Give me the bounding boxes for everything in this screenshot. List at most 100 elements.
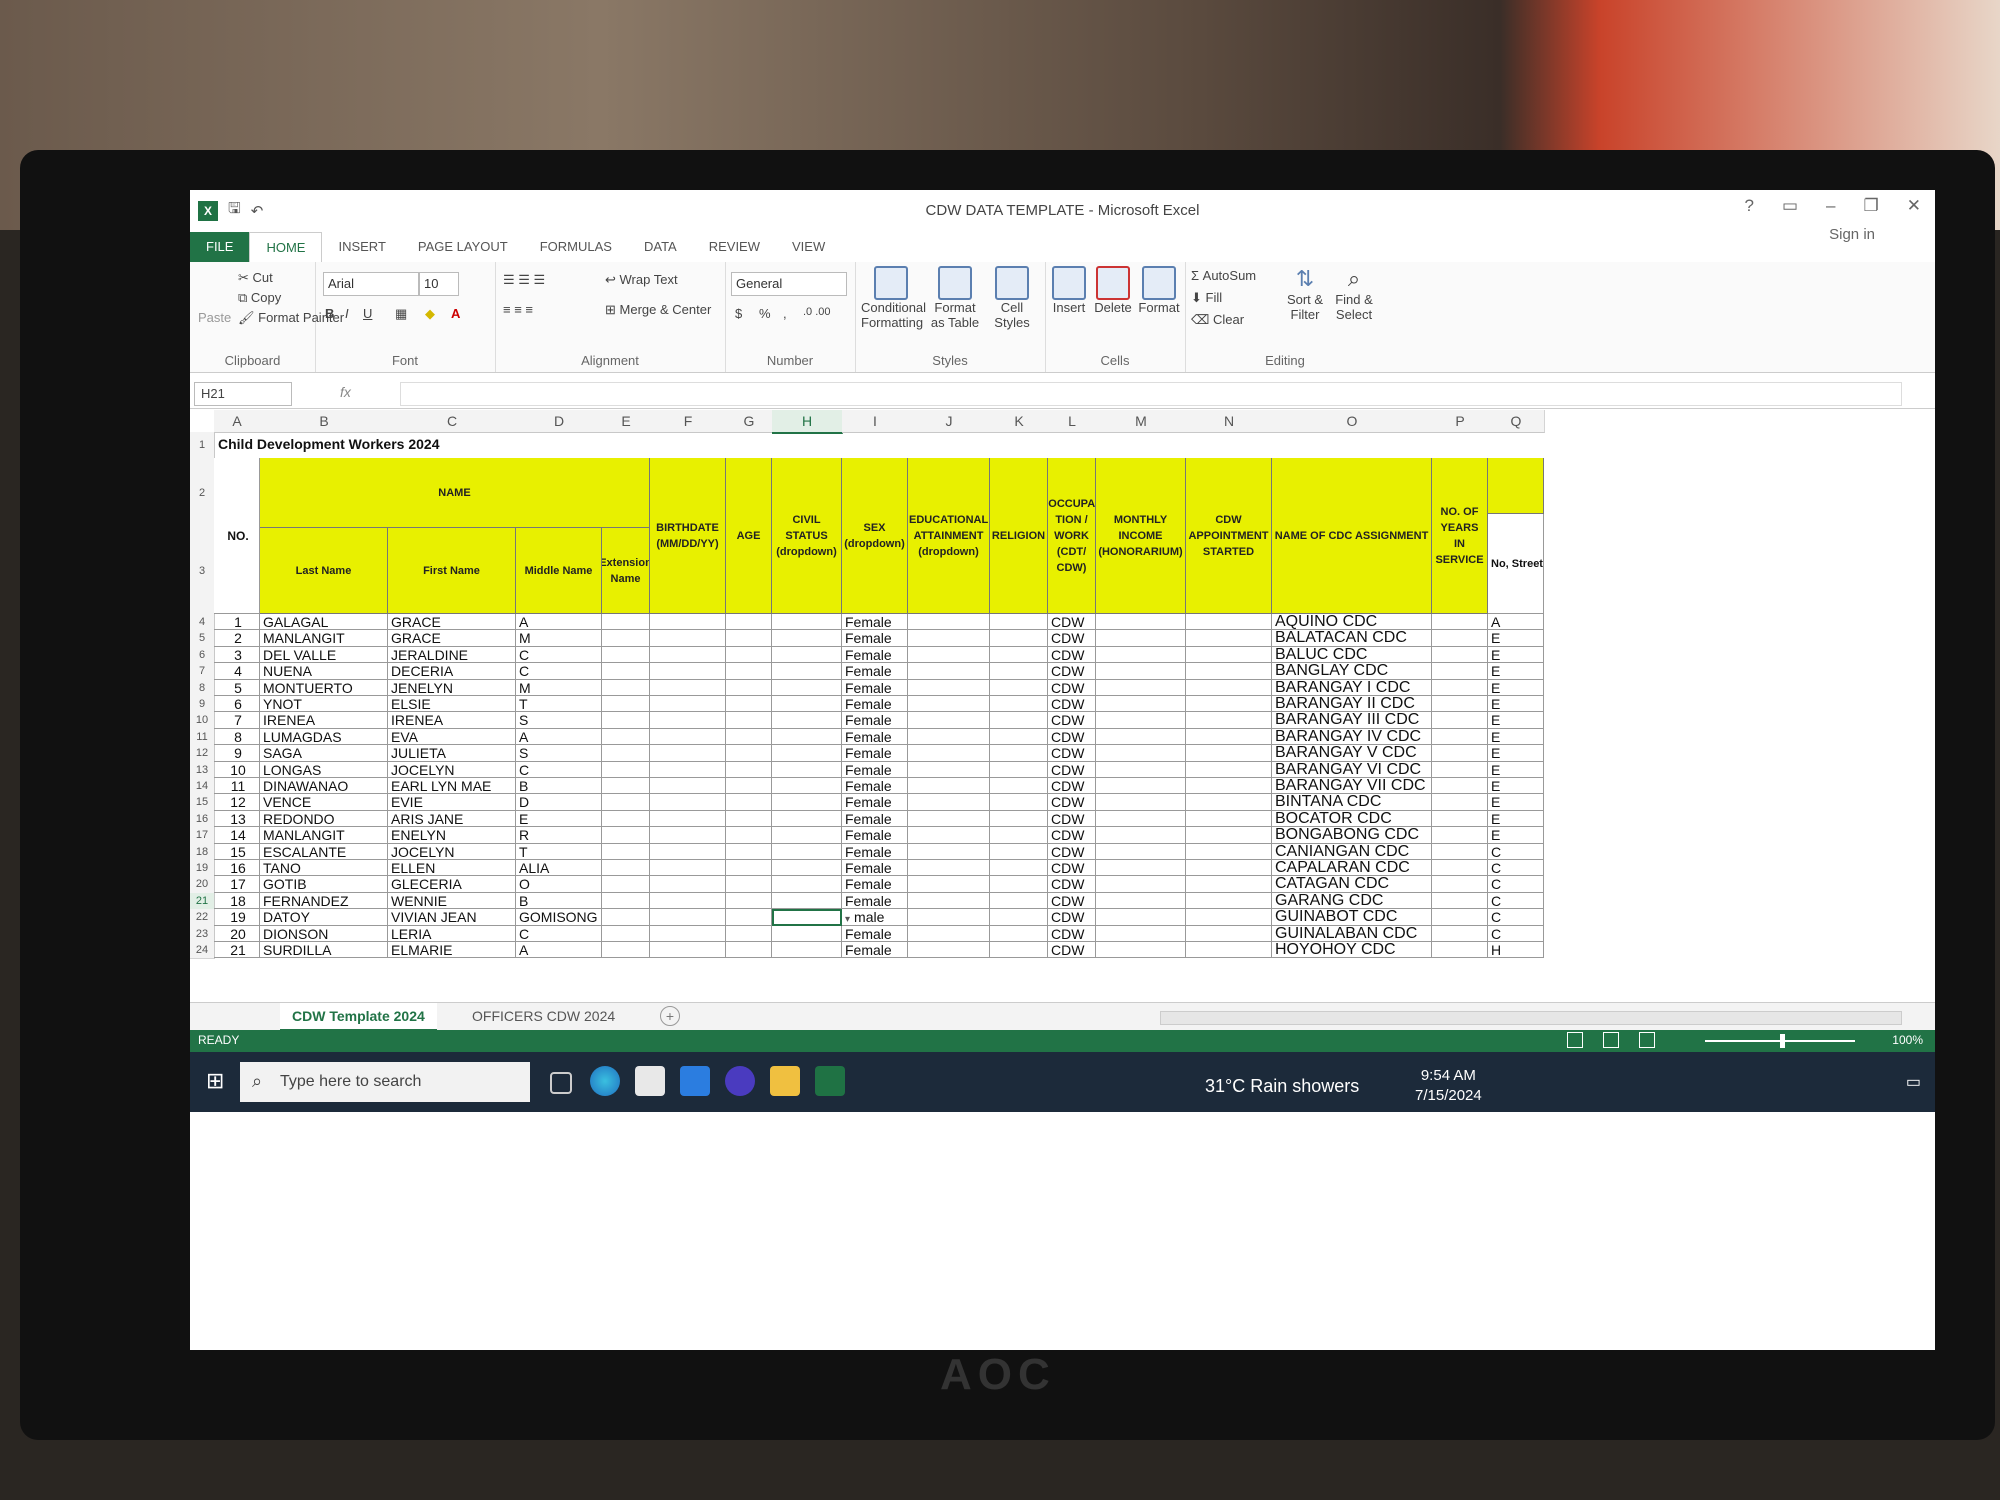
- cell-cdc[interactable]: CANIANGAN CDC: [1272, 843, 1432, 860]
- cell-empty[interactable]: [908, 614, 990, 631]
- cell-empty[interactable]: [726, 827, 772, 844]
- cell-sex[interactable]: Female: [842, 876, 908, 893]
- cell-sex[interactable]: Female: [842, 696, 908, 713]
- cell-empty[interactable]: [1096, 942, 1186, 959]
- page-break-view-icon[interactable]: [1639, 1032, 1655, 1048]
- cell-middle[interactable]: M: [516, 630, 602, 647]
- cell-empty[interactable]: [1186, 761, 1272, 778]
- bold-button[interactable]: B: [325, 306, 334, 321]
- cell-empty[interactable]: [772, 942, 842, 959]
- cell-empty[interactable]: [908, 794, 990, 811]
- cell-empty[interactable]: [726, 663, 772, 680]
- cell-last[interactable]: REDONDO: [260, 810, 388, 828]
- cell-empty[interactable]: [1186, 696, 1272, 713]
- header-cdc-assignment[interactable]: NAME OF CDC ASSIGNMENT: [1272, 458, 1432, 614]
- cell-empty[interactable]: [908, 892, 990, 910]
- dropdown-arrow-icon[interactable]: ▾: [845, 912, 850, 924]
- cell-occ[interactable]: CDW: [1048, 630, 1096, 647]
- cell-empty[interactable]: [908, 860, 990, 877]
- cell-empty[interactable]: [602, 761, 650, 778]
- cell-q[interactable]: E: [1488, 728, 1544, 746]
- cell-empty[interactable]: [772, 876, 842, 893]
- fill-button[interactable]: ⬇ Fill: [1191, 290, 1222, 306]
- cell-empty[interactable]: [1096, 810, 1186, 828]
- cell-middle[interactable]: M: [516, 679, 602, 696]
- cell-empty[interactable]: [1186, 646, 1272, 664]
- cell-empty[interactable]: [602, 810, 650, 828]
- cell-empty[interactable]: [650, 942, 726, 959]
- cell-empty[interactable]: [650, 810, 726, 828]
- column-header-b[interactable]: B: [260, 410, 389, 433]
- cell-last[interactable]: DEL VALLE: [260, 646, 388, 664]
- help-button[interactable]: ?: [1745, 196, 1754, 216]
- cell-q[interactable]: E: [1488, 679, 1544, 696]
- header-address-block[interactable]: [1488, 458, 1544, 514]
- cell-no[interactable]: 5: [214, 679, 260, 696]
- cell-q[interactable]: E: [1488, 761, 1544, 778]
- cell-last[interactable]: LONGAS: [260, 761, 388, 778]
- cell-no[interactable]: 7: [214, 712, 260, 729]
- cell-occ[interactable]: CDW: [1048, 860, 1096, 877]
- tab-view[interactable]: VIEW: [776, 232, 841, 262]
- cell-empty[interactable]: [908, 663, 990, 680]
- cell-empty[interactable]: [602, 827, 650, 844]
- insert-cells-button[interactable]: Insert: [1049, 266, 1089, 315]
- borders-icon[interactable]: ▦: [395, 306, 407, 322]
- cell-first[interactable]: JENELYN: [388, 679, 516, 696]
- cell-empty[interactable]: [1096, 728, 1186, 746]
- cell-q[interactable]: E: [1488, 810, 1544, 828]
- cell-no[interactable]: 19: [214, 909, 260, 926]
- sheet-tab-officers[interactable]: OFFICERS CDW 2024: [460, 1003, 627, 1029]
- row-header[interactable]: 17: [190, 827, 215, 845]
- cell-empty[interactable]: [1432, 745, 1488, 762]
- cell-first[interactable]: ELMARIE: [388, 942, 516, 959]
- cell-empty[interactable]: [650, 630, 726, 647]
- header-sex[interactable]: SEX (dropdown): [842, 458, 908, 614]
- cell-empty[interactable]: [772, 909, 842, 926]
- cell-empty[interactable]: [990, 761, 1048, 778]
- cell-empty[interactable]: [1096, 860, 1186, 877]
- column-header-n[interactable]: N: [1186, 410, 1273, 433]
- cell-empty[interactable]: [726, 810, 772, 828]
- cell-occ[interactable]: CDW: [1048, 843, 1096, 860]
- cell-empty[interactable]: [726, 728, 772, 746]
- cell-empty[interactable]: [1432, 778, 1488, 795]
- cell-middle[interactable]: C: [516, 646, 602, 664]
- cell-empty[interactable]: [1186, 860, 1272, 877]
- row-header[interactable]: 1: [190, 432, 215, 459]
- cell-empty[interactable]: [1096, 696, 1186, 713]
- cell-last[interactable]: SAGA: [260, 745, 388, 762]
- cell-q[interactable]: C: [1488, 876, 1544, 893]
- cell-styles-button[interactable]: Cell Styles: [987, 266, 1037, 330]
- row-header[interactable]: 9: [190, 696, 215, 714]
- cell-empty[interactable]: [990, 876, 1048, 893]
- header-occupation[interactable]: OCCUPA TION / WORK (CDT/ CDW): [1048, 458, 1096, 614]
- cell-empty[interactable]: [650, 679, 726, 696]
- cell-empty[interactable]: [990, 860, 1048, 877]
- currency-button[interactable]: $: [735, 306, 742, 321]
- cell-q[interactable]: H: [1488, 942, 1544, 959]
- cell-first[interactable]: JOCELYN: [388, 761, 516, 778]
- cell-empty[interactable]: [908, 679, 990, 696]
- cell-no[interactable]: 9: [214, 745, 260, 762]
- cell-empty[interactable]: [990, 909, 1048, 926]
- row-header[interactable]: 19: [190, 860, 215, 878]
- cell-sex[interactable]: Female: [842, 646, 908, 664]
- row-header[interactable]: 11: [190, 728, 215, 747]
- windows-start-icon[interactable]: ⊞: [206, 1070, 228, 1092]
- cell-occ[interactable]: CDW: [1048, 925, 1096, 942]
- cell-empty[interactable]: [908, 925, 990, 942]
- cell-sex[interactable]: Female: [842, 663, 908, 680]
- cell-occ[interactable]: CDW: [1048, 909, 1096, 926]
- task-view-icon[interactable]: [550, 1072, 572, 1094]
- cell-q[interactable]: E: [1488, 827, 1544, 844]
- cell-q[interactable]: C: [1488, 909, 1544, 926]
- cell-q[interactable]: E: [1488, 630, 1544, 647]
- cell-occ[interactable]: CDW: [1048, 827, 1096, 844]
- cell-empty[interactable]: [990, 827, 1048, 844]
- cell-empty[interactable]: [1432, 761, 1488, 778]
- column-header-e[interactable]: E: [602, 410, 651, 433]
- column-header-c[interactable]: C: [388, 410, 517, 433]
- cell-empty[interactable]: [1432, 876, 1488, 893]
- cell-empty[interactable]: [1432, 843, 1488, 860]
